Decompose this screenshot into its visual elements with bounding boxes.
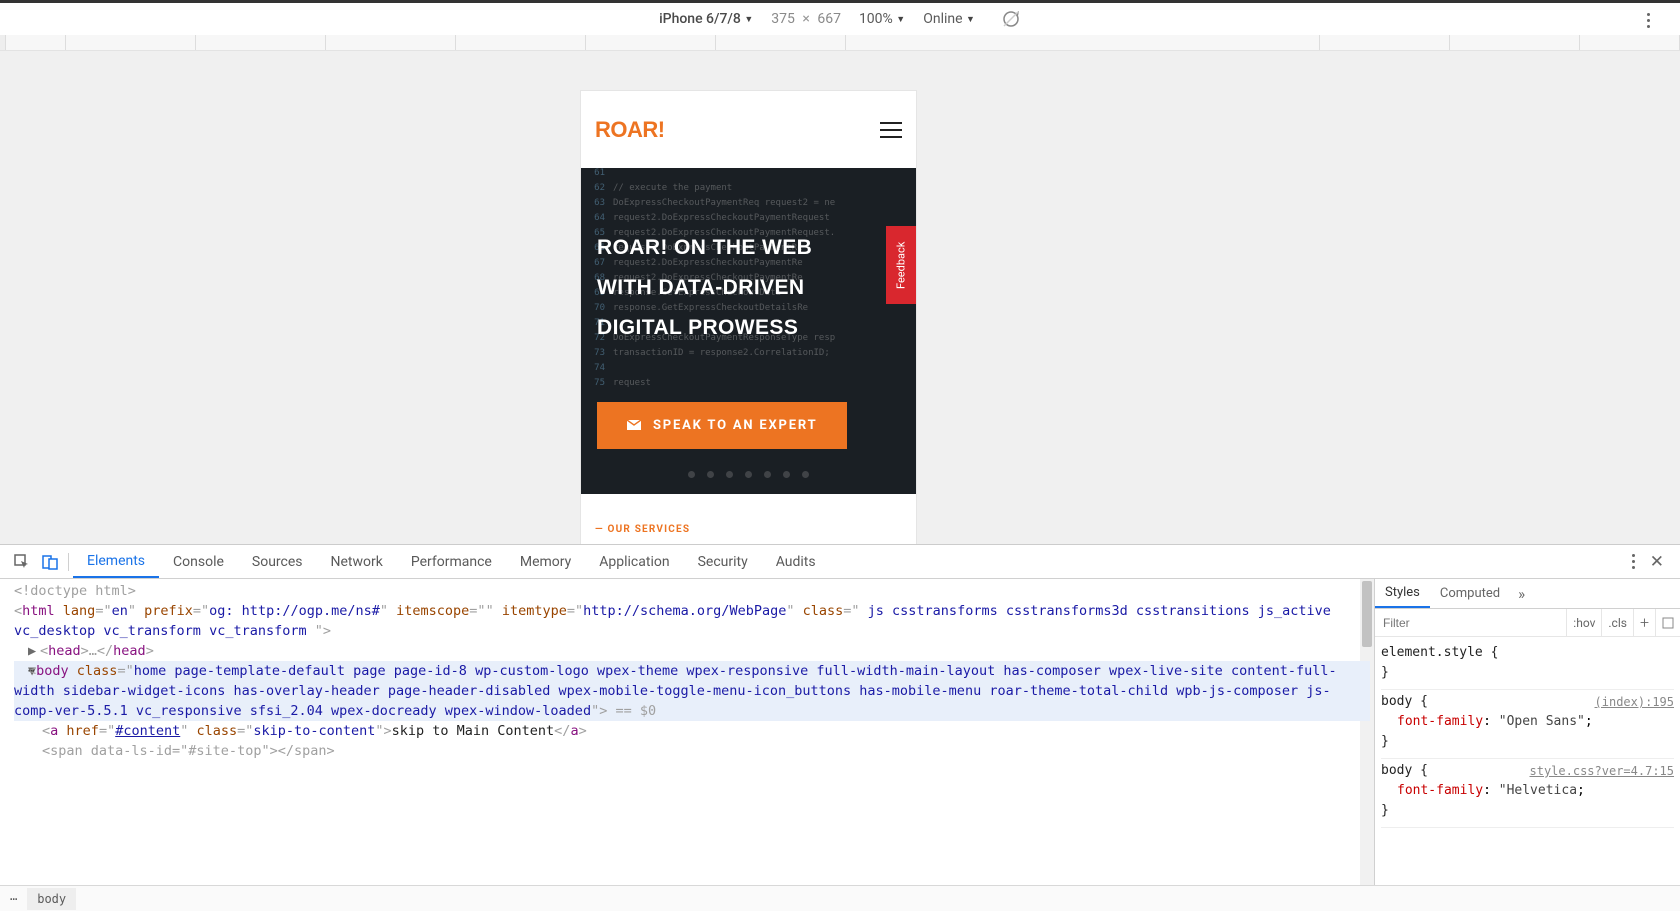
mobile-frame: ROAR! 6162// execute the payment63DoExpr… [581,91,916,544]
carousel-dots[interactable] [581,471,916,478]
styles-filter-bar: :hov.cls+ [1375,609,1680,637]
site-logo[interactable]: ROAR! [595,117,665,143]
device-toolbar-menu-icon[interactable] [1640,11,1656,29]
throttle-selector[interactable]: Online ▼ [923,11,975,27]
device-selector[interactable]: iPhone 6/7/8 ▼ [659,11,753,27]
styles-chip-0[interactable]: :hov [1566,609,1601,636]
hamburger-menu-icon[interactable] [880,122,902,138]
tab-memory[interactable]: Memory [506,545,585,578]
envelope-icon [627,420,641,430]
device-toolbar: iPhone 6/7/8 ▼ 375 × 667 100% ▼ Online ▼ [0,0,1680,35]
tab-elements[interactable]: Elements [73,545,159,578]
devtools-menu-icon[interactable] [1626,553,1642,571]
site-header: ROAR! [581,91,916,168]
elements-breadcrumb[interactable]: ⋯ body [0,885,1680,911]
viewport-height[interactable]: 667 [817,11,841,27]
elements-tree[interactable]: <!doctype html> <html lang="en" prefix="… [0,579,1374,885]
close-devtools-icon[interactable]: ✕ [1642,552,1672,572]
styles-more-chip-icon[interactable] [1655,609,1680,636]
tab-audits[interactable]: Audits [762,545,830,578]
elements-scrollbar[interactable] [1360,579,1374,885]
feedback-tab[interactable]: Feedback [886,226,916,304]
tab-security[interactable]: Security [684,545,762,578]
zoom-selector[interactable]: 100% ▼ [859,11,905,27]
hero-title: ROAR! ON THE WEB WITH DATA-DRIVEN DIGITA… [597,228,900,348]
styles-more-icon[interactable]: » [1510,585,1533,603]
section-label: — OUR SERVICES [581,494,916,544]
tab-console[interactable]: Console [159,545,238,578]
ruler [0,35,1680,51]
devtools-tabs: ElementsConsoleSourcesNetworkPerformance… [0,545,1680,579]
tab-performance[interactable]: Performance [397,545,506,578]
styles-pane: StylesComputed» :hov.cls+ element.style … [1374,579,1680,885]
hero-section: 6162// execute the payment63DoExpressChe… [581,168,916,494]
tab-network[interactable]: Network [317,545,397,578]
styles-tab-computed[interactable]: Computed [1430,579,1510,608]
device-mode-icon[interactable] [36,553,64,571]
styles-chip-1[interactable]: .cls [1601,609,1633,636]
inspect-icon[interactable] [8,553,36,571]
rotate-icon[interactable] [1001,9,1021,29]
tab-sources[interactable]: Sources [238,545,317,578]
tab-application[interactable]: Application [585,545,683,578]
styles-chip-2[interactable]: + [1633,609,1655,636]
viewport-canvas: ROAR! 6162// execute the payment63DoExpr… [0,51,1680,544]
devtools-panel: ElementsConsoleSourcesNetworkPerformance… [0,544,1680,911]
styles-filter-input[interactable] [1375,609,1566,636]
styles-tab-styles[interactable]: Styles [1375,579,1430,608]
styles-tabs: StylesComputed» [1375,579,1680,609]
viewport-width[interactable]: 375 [771,11,795,27]
styles-rules[interactable]: element.style {}(index):195body {font-fa… [1375,637,1680,885]
cta-button[interactable]: SPEAK TO AN EXPERT [597,402,847,449]
